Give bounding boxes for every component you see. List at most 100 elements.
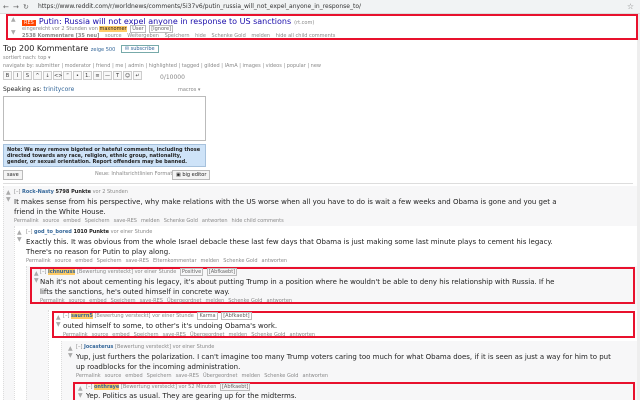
emoji-icon[interactable]: ☺ [123, 71, 132, 80]
code-icon[interactable]: <> [53, 71, 62, 80]
save-link[interactable]: Speichern [97, 258, 122, 264]
report-link[interactable]: melden [141, 218, 160, 224]
post-gold-link[interactable]: Schenke Gold [212, 33, 246, 39]
save-res-link[interactable]: save-RES [140, 298, 163, 304]
table-icon[interactable]: ≡ [93, 71, 102, 80]
post-save-link[interactable]: Speichern [165, 33, 190, 39]
embed-link[interactable]: embed [89, 298, 106, 304]
user-tag[interactable]: Positive [179, 268, 204, 276]
collapse-toggle[interactable]: [–] [26, 229, 32, 235]
source-link[interactable]: source [55, 258, 72, 264]
embed-link[interactable]: embed [125, 373, 142, 379]
save-res-link[interactable]: save-RES [163, 332, 186, 338]
numbered-list-icon[interactable]: 1. [83, 71, 92, 80]
collapse-toggle[interactable]: [–] [40, 269, 46, 275]
gold-link[interactable]: Schenke Gold [251, 332, 285, 338]
downvote-arrow-icon[interactable]: ▼ [11, 30, 16, 36]
hr-icon[interactable]: — [103, 71, 112, 80]
comment-author[interactable]: god_to_bored [34, 229, 72, 235]
post-author-tag[interactable]: User [130, 25, 146, 33]
source-link[interactable]: source [43, 218, 60, 224]
parent-link[interactable]: Übergeordnet [203, 373, 238, 379]
url-field[interactable]: https://www.reddit.com/r/worldnews/comme… [38, 3, 361, 10]
heading-icon[interactable]: T [113, 71, 122, 80]
back-icon[interactable]: ← [3, 3, 9, 11]
forward-icon[interactable]: → [13, 3, 19, 11]
save-link[interactable]: Speichern [85, 218, 110, 224]
hide-children-link[interactable]: hide child comments [232, 218, 284, 224]
post-source-link[interactable]: source [105, 33, 122, 39]
source-link[interactable]: source [105, 373, 122, 379]
comment-author[interactable]: saurrn5 [71, 313, 93, 319]
reply-link[interactable]: antworten [202, 218, 228, 224]
collapse-toggle[interactable]: [–] [14, 189, 20, 195]
collapse-toggle[interactable]: [–] [63, 313, 69, 319]
comment-downvote-icon[interactable]: ▼ [6, 197, 11, 203]
big-editor-button[interactable]: ▣ big editor [172, 170, 211, 180]
superscript-icon[interactable]: ^ [33, 71, 42, 80]
report-link[interactable]: melden [205, 298, 224, 304]
reply-link[interactable]: antworten [302, 373, 328, 379]
comment-downvote-icon[interactable]: ▼ [56, 322, 61, 328]
post-comments-link[interactable]: 2538 Kommentare [35 neu] [22, 33, 99, 39]
user-tag[interactable]: Karma [197, 312, 218, 320]
save-button[interactable]: save [3, 170, 23, 180]
macros-dropdown[interactable]: macros ▾ [178, 87, 200, 93]
reply-link[interactable]: antworten [289, 332, 315, 338]
bold-icon[interactable]: B [3, 71, 12, 80]
save-link[interactable]: Speichern [147, 373, 172, 379]
embed-link[interactable]: embed [63, 218, 80, 224]
undo-icon[interactable]: ↵ [133, 71, 142, 80]
post-ignore-tag[interactable]: [Ignore] [149, 25, 173, 33]
comment-downvote-icon[interactable]: ▼ [34, 278, 39, 284]
comment-author[interactable]: Jocasterus [84, 344, 113, 350]
post-report-link[interactable]: melden [251, 33, 270, 39]
permalink-link[interactable]: Permalink [76, 373, 101, 379]
quote-icon[interactable]: “ [63, 71, 72, 80]
post-hide-children-link[interactable]: hide all child comments [276, 33, 336, 39]
comment-downvote-icon[interactable]: ▼ [78, 393, 83, 399]
subscript-icon[interactable]: ↓ [43, 71, 52, 80]
permalink-link[interactable]: Permalink [40, 298, 65, 304]
italic-icon[interactable]: I [13, 71, 22, 80]
permalink-link[interactable]: Permalink [14, 218, 39, 224]
ignore-tag[interactable]: [Abfkaebt] [206, 268, 238, 276]
embed-link[interactable]: embed [75, 258, 92, 264]
gold-link[interactable]: Schenke Gold [223, 258, 257, 264]
bullet-list-icon[interactable]: • [73, 71, 82, 80]
collapse-toggle[interactable]: [–] [86, 384, 92, 390]
upvote-arrow-icon[interactable]: ▲ [11, 17, 16, 23]
save-res-link[interactable]: save-RES [114, 218, 137, 224]
show-all-link[interactable]: zeige 500 [91, 47, 115, 53]
bookmark-star-icon[interactable]: ☆ [627, 2, 634, 11]
embed-link[interactable]: embed [112, 332, 129, 338]
save-link[interactable]: Speichern [134, 332, 159, 338]
ignore-tag[interactable]: [Abfkaebt] [219, 383, 251, 391]
source-link[interactable]: source [92, 332, 109, 338]
reload-icon[interactable]: ↻ [23, 3, 29, 11]
post-hide-link[interactable]: hide [195, 33, 206, 39]
gold-link[interactable]: Schenke Gold [164, 218, 198, 224]
subscribe-button[interactable]: ✉ subscribe [120, 44, 159, 53]
permalink-link[interactable]: Permalink [63, 332, 88, 338]
strike-icon[interactable]: S [23, 71, 32, 80]
comment-textarea[interactable] [3, 96, 206, 141]
gold-link[interactable]: Schenke Gold [264, 373, 298, 379]
save-link[interactable]: Speichern [111, 298, 136, 304]
parent-link[interactable]: Übergeordnet [167, 298, 202, 304]
comment-downvote-icon[interactable]: ▼ [68, 353, 73, 359]
comment-author[interactable]: ichnuruss [48, 269, 76, 275]
gold-link[interactable]: Schenke Gold [228, 298, 262, 304]
post-author[interactable]: maxnomer [99, 26, 127, 32]
parent-link[interactable]: Elternkommentar [153, 258, 197, 264]
comment-author[interactable]: onthraye [94, 384, 120, 390]
sort-selector[interactable]: sortiert nach: top ▾ [3, 55, 50, 61]
report-link[interactable]: melden [228, 332, 247, 338]
report-link[interactable]: melden [201, 258, 220, 264]
comment-downvote-icon[interactable]: ▼ [17, 237, 22, 243]
post-share-link[interactable]: Weitergeben [127, 33, 159, 39]
speaking-as-user[interactable]: trinitycore [43, 86, 74, 93]
permalink-link[interactable]: Permalink [26, 258, 51, 264]
report-link[interactable]: melden [241, 373, 260, 379]
save-res-link[interactable]: save-RES [126, 258, 149, 264]
